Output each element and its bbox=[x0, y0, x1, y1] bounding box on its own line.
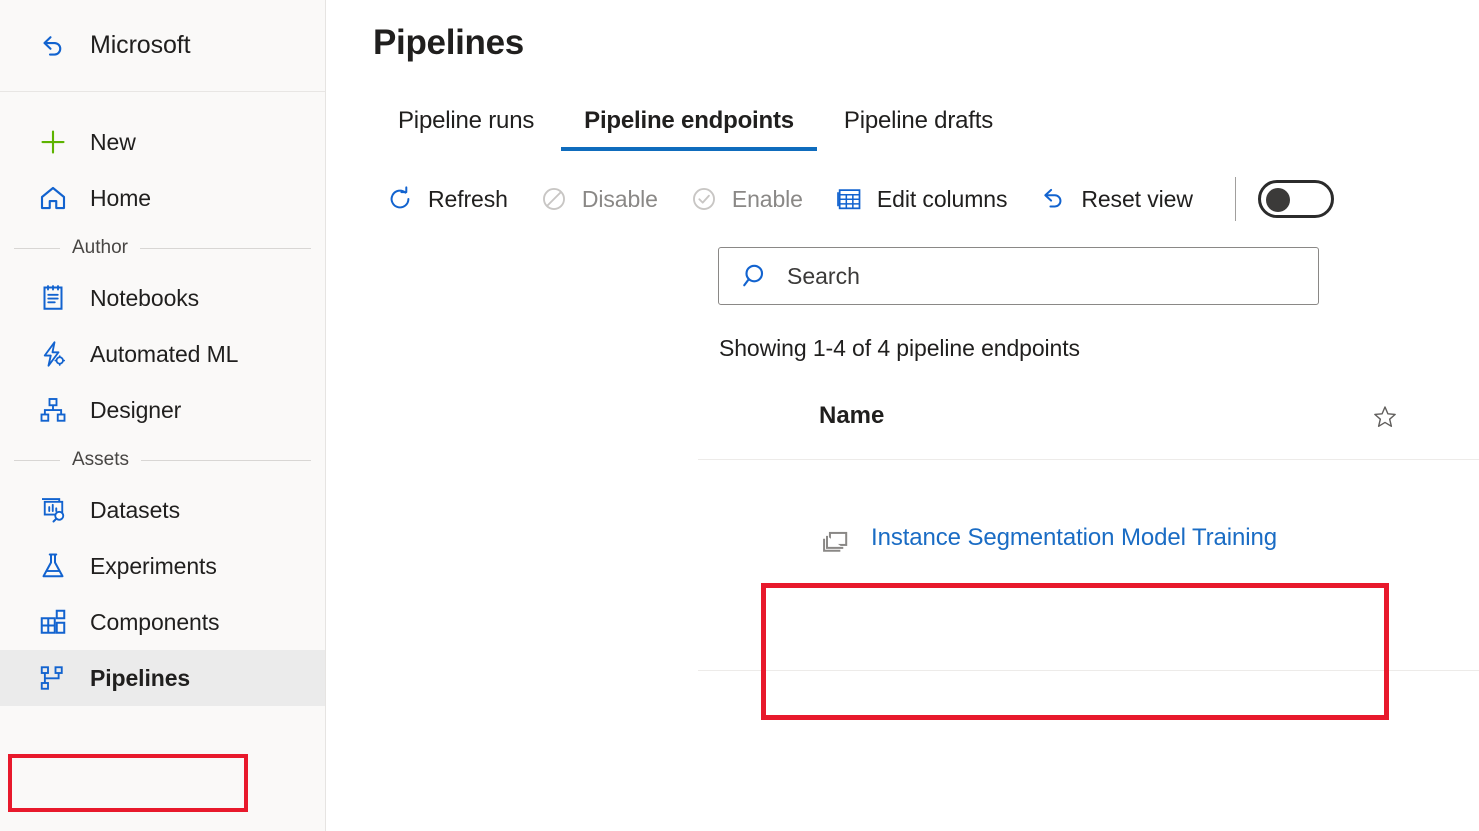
sidebar-section-assets: Assets bbox=[0, 438, 325, 482]
sidebar-item-automated-ml[interactable]: Automated ML bbox=[0, 326, 325, 382]
sidebar-section-assets-label: Assets bbox=[72, 449, 129, 471]
sidebar-item-notebooks[interactable]: Notebooks bbox=[0, 270, 325, 326]
table-row[interactable]: Pipeline for automatically training an bbox=[698, 671, 1479, 775]
sidebar-section-author: Author bbox=[0, 226, 325, 270]
enable-button-label: Enable bbox=[732, 186, 803, 213]
brand-label: Microsoft bbox=[90, 31, 191, 60]
pipeline-endpoints-table: Name Description bbox=[698, 394, 1479, 775]
disable-button-label: Disable bbox=[582, 186, 658, 213]
pipeline-endpoint-icon bbox=[819, 522, 851, 554]
back-arrow-icon bbox=[38, 31, 68, 61]
designer-icon bbox=[38, 395, 68, 425]
tab-pipeline-drafts-label: Pipeline drafts bbox=[844, 107, 993, 134]
section-rule-left bbox=[14, 248, 60, 249]
left-navigation-sidebar: Microsoft New Home bbox=[0, 0, 326, 831]
star-icon bbox=[1372, 404, 1398, 435]
sidebar-item-designer[interactable]: Designer bbox=[0, 382, 325, 438]
refresh-button[interactable]: Refresh bbox=[370, 179, 524, 219]
tab-bar: Pipeline runs Pipeline endpoints Pipelin… bbox=[373, 89, 1479, 151]
datasets-icon bbox=[38, 495, 68, 525]
table-cell-description: Sample pipeline for training and registe… bbox=[1469, 522, 1479, 670]
plus-icon bbox=[38, 127, 68, 157]
home-icon bbox=[38, 183, 68, 213]
disable-button[interactable]: Disable bbox=[524, 179, 674, 219]
sidebar-item-datasets-label: Datasets bbox=[90, 497, 180, 524]
refresh-icon bbox=[386, 185, 414, 213]
search-box[interactable] bbox=[718, 247, 1319, 305]
tab-pipeline-runs[interactable]: Pipeline runs bbox=[373, 107, 559, 151]
undo-icon bbox=[1039, 185, 1067, 213]
sidebar-item-notebooks-label: Notebooks bbox=[90, 285, 199, 312]
sidebar-section-author-label: Author bbox=[72, 237, 128, 259]
results-count-label: Showing 1-4 of 4 pipeline endpoints bbox=[719, 335, 1479, 362]
sidebar-item-datasets[interactable]: Datasets bbox=[0, 482, 325, 538]
edit-columns-button-label: Edit columns bbox=[877, 186, 1007, 213]
brand-back-row[interactable]: Microsoft bbox=[0, 0, 325, 92]
tab-pipeline-endpoints-label: Pipeline endpoints bbox=[584, 107, 794, 134]
block-icon bbox=[540, 185, 568, 213]
sidebar-item-designer-label: Designer bbox=[90, 397, 181, 424]
tab-pipeline-drafts[interactable]: Pipeline drafts bbox=[819, 107, 1018, 151]
command-toolbar: Refresh Disable Enable bbox=[370, 173, 1479, 225]
column-header-description[interactable]: Description bbox=[1469, 402, 1479, 430]
table-columns-icon bbox=[835, 185, 863, 213]
sidebar-item-experiments[interactable]: Experiments bbox=[0, 538, 325, 594]
column-header-favorite[interactable] bbox=[1348, 402, 1469, 435]
components-icon bbox=[38, 607, 68, 637]
main-content-area: Pipelines Pipeline runs Pipeline endpoin… bbox=[326, 0, 1479, 831]
reset-view-button[interactable]: Reset view bbox=[1023, 179, 1209, 219]
flask-icon bbox=[38, 551, 68, 581]
search-icon bbox=[741, 261, 771, 291]
sidebar-item-pipelines[interactable]: Pipelines bbox=[0, 650, 325, 706]
page-title: Pipelines bbox=[326, 0, 1479, 63]
toggle-knob bbox=[1266, 188, 1290, 212]
sidebar-item-automated-ml-label: Automated ML bbox=[90, 341, 238, 368]
table-header-row: Name Description bbox=[698, 394, 1479, 460]
azure-ml-studio-window: Microsoft New Home bbox=[0, 0, 1479, 831]
sidebar-item-pipelines-label: Pipelines bbox=[90, 665, 190, 692]
view-toggle-switch[interactable] bbox=[1258, 180, 1334, 218]
section-rule-right-2 bbox=[141, 460, 311, 461]
sidebar-item-new[interactable]: New bbox=[0, 114, 325, 170]
sidebar-item-home-label: Home bbox=[90, 185, 151, 212]
pipelines-icon bbox=[38, 663, 68, 693]
table-cell-description: Pipeline for automatically training an bbox=[1469, 701, 1479, 775]
column-header-name[interactable]: Name bbox=[698, 402, 1348, 430]
primary-nav-group: New Home bbox=[0, 92, 325, 226]
annotation-highlight-pipelines-nav bbox=[8, 754, 248, 812]
notebook-icon bbox=[38, 283, 68, 313]
table-cell-name: Instance Segmentation Model Training bbox=[698, 522, 1348, 554]
toolbar-divider bbox=[1235, 177, 1236, 221]
reset-view-button-label: Reset view bbox=[1081, 186, 1193, 213]
check-circle-icon bbox=[690, 185, 718, 213]
pipeline-endpoint-link[interactable]: Instance Segmentation Model Training bbox=[871, 524, 1277, 552]
automated-ml-icon bbox=[38, 339, 68, 369]
sidebar-item-components-label: Components bbox=[90, 609, 219, 636]
edit-columns-button[interactable]: Edit columns bbox=[819, 179, 1023, 219]
search-input[interactable] bbox=[787, 263, 1318, 290]
section-rule-left-2 bbox=[14, 460, 60, 461]
refresh-button-label: Refresh bbox=[428, 186, 508, 213]
enable-button[interactable]: Enable bbox=[674, 179, 819, 219]
sidebar-item-home[interactable]: Home bbox=[0, 170, 325, 226]
section-rule-right bbox=[140, 248, 311, 249]
sidebar-item-new-label: New bbox=[90, 129, 136, 156]
sidebar-item-components[interactable]: Components bbox=[0, 594, 325, 650]
tab-pipeline-endpoints[interactable]: Pipeline endpoints bbox=[559, 107, 819, 151]
table-row[interactable]: Instance Segmentation Model Training Sam… bbox=[698, 460, 1479, 671]
tab-pipeline-runs-label: Pipeline runs bbox=[398, 107, 534, 134]
sidebar-item-experiments-label: Experiments bbox=[90, 553, 217, 580]
